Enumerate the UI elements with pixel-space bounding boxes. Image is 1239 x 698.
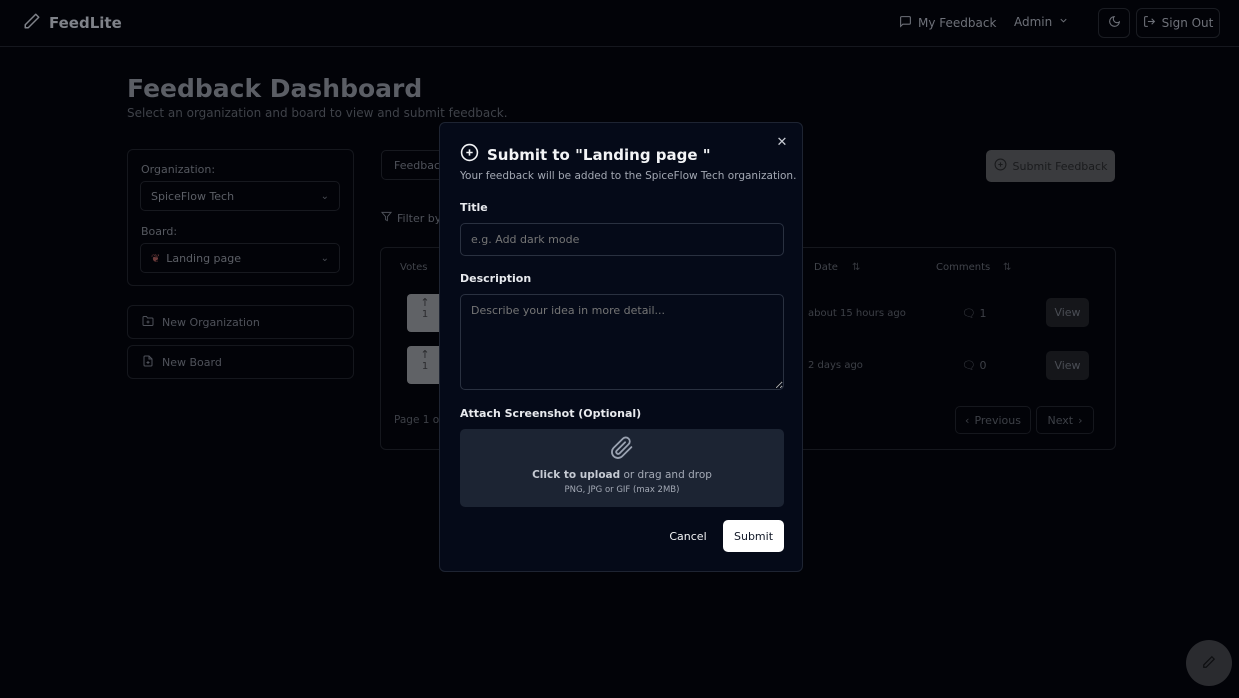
message-square-icon: 🗨 — [962, 359, 976, 372]
admin-dropdown[interactable]: Admin — [1014, 15, 1069, 29]
page-subtitle: Select an organization and board to view… — [127, 106, 508, 120]
close-icon[interactable]: ✕ — [774, 135, 790, 151]
upload-instruction: Click to upload or drag and drop — [460, 469, 784, 481]
organization-value: SpiceFlow Tech — [151, 189, 235, 203]
new-board-label: New Board — [162, 355, 222, 369]
board-label: Board: — [141, 225, 178, 238]
message-square-icon: 🗨 — [962, 307, 976, 320]
logo[interactable]: FeedLite — [23, 12, 122, 34]
vote-button[interactable]: ↑ 1 — [407, 294, 443, 332]
modal-title: Submit to "Landing page " — [460, 143, 711, 166]
cancel-button[interactable]: Cancel — [662, 520, 714, 552]
upload-link[interactable]: Click to upload — [532, 469, 620, 481]
submit-feedback-button[interactable]: Submit Feedback — [986, 150, 1115, 182]
submit-feedback-modal: Submit to "Landing page " ✕ Your feedbac… — [439, 122, 803, 572]
chevron-down-icon: ⌄ — [320, 252, 329, 264]
my-feedback-link[interactable]: My Feedback — [899, 15, 996, 31]
vote-button[interactable]: ↑ 1 — [407, 346, 443, 384]
chevron-right-icon: › — [1078, 413, 1083, 427]
logo-text: FeedLite — [49, 14, 122, 32]
paperclip-icon — [610, 435, 634, 465]
previous-label: Previous — [974, 413, 1021, 427]
view-button[interactable]: View — [1046, 298, 1089, 327]
plus-circle-icon — [994, 158, 1007, 174]
view-button[interactable]: View — [1046, 351, 1089, 380]
new-organization-button[interactable]: New Organization — [127, 305, 354, 339]
description-textarea[interactable] — [460, 294, 784, 390]
next-button[interactable]: Next › — [1036, 406, 1094, 434]
modal-subtitle: Your feedback will be added to the Spice… — [460, 170, 797, 182]
floating-feedback-button[interactable] — [1186, 640, 1232, 686]
plus-circle-icon — [460, 143, 479, 166]
new-organization-label: New Organization — [162, 315, 260, 329]
my-feedback-label: My Feedback — [918, 16, 997, 30]
pencil-icon — [1202, 654, 1216, 673]
column-votes[interactable]: Votes — [400, 262, 427, 273]
pagination-info: Page 1 of — [394, 414, 443, 426]
pencil-icon — [23, 12, 41, 34]
next-label: Next — [1047, 413, 1074, 427]
chevron-left-icon: ‹ — [965, 413, 970, 427]
organization-label: Organization: — [141, 163, 216, 176]
row-date: about 15 hours ago — [808, 308, 906, 319]
folder-plus-icon — [142, 315, 154, 330]
column-comments[interactable]: Comments — [936, 262, 990, 273]
moon-icon — [1108, 15, 1121, 31]
row-date: 2 days ago — [808, 360, 863, 371]
theme-toggle-button[interactable] — [1098, 8, 1130, 38]
comment-count: 🗨 0 — [962, 359, 987, 372]
title-input[interactable] — [460, 223, 784, 256]
upload-hint: PNG, JPG or GIF (max 2MB) — [564, 485, 680, 495]
chevron-down-icon: ⌄ — [320, 190, 329, 202]
arrow-up-icon: ↑ — [420, 296, 430, 309]
organization-select[interactable]: SpiceFlow Tech ⌄ — [140, 181, 340, 211]
feather-icon: ❦ — [151, 251, 161, 265]
upload-dropzone[interactable]: Click to upload or drag and drop PNG, JP… — [460, 429, 784, 507]
column-date[interactable]: Date — [814, 262, 838, 273]
filter-icon — [380, 211, 393, 225]
new-board-button[interactable]: New Board — [127, 345, 354, 379]
file-plus-icon — [142, 355, 154, 370]
upload-rest: or drag and drop — [620, 469, 712, 481]
chevron-down-icon — [1058, 15, 1069, 29]
sort-icon[interactable]: ⇅ — [1003, 262, 1011, 273]
arrow-up-icon: ↑ — [420, 348, 430, 361]
filter-control[interactable]: Filter by — [380, 211, 442, 225]
submit-button[interactable]: Submit — [723, 520, 784, 552]
vote-count: 1 — [421, 309, 429, 320]
description-label: Description — [460, 272, 532, 285]
page-title: Feedback Dashboard — [127, 74, 423, 103]
message-square-icon — [899, 15, 912, 31]
submit-feedback-label: Submit Feedback — [1012, 159, 1108, 173]
title-label: Title — [460, 201, 488, 214]
previous-button[interactable]: ‹ Previous — [955, 406, 1031, 434]
modal-title-text: Submit to "Landing page " — [487, 145, 711, 164]
filter-label: Filter by — [397, 211, 442, 225]
sign-out-button[interactable]: Sign Out — [1136, 8, 1220, 38]
vote-count: 1 — [421, 361, 429, 372]
top-header: FeedLite My Feedback Admin Sign Out — [0, 0, 1239, 47]
board-value: Landing page — [166, 251, 242, 265]
sign-out-label: Sign Out — [1161, 16, 1214, 30]
admin-label: Admin — [1014, 15, 1053, 29]
comment-count: 🗨 1 — [962, 307, 987, 320]
attach-label: Attach Screenshot (Optional) — [460, 407, 642, 420]
board-select[interactable]: ❦ Landing page ⌄ — [140, 243, 340, 273]
log-out-icon — [1143, 15, 1156, 31]
sort-icon[interactable]: ⇅ — [852, 262, 860, 273]
